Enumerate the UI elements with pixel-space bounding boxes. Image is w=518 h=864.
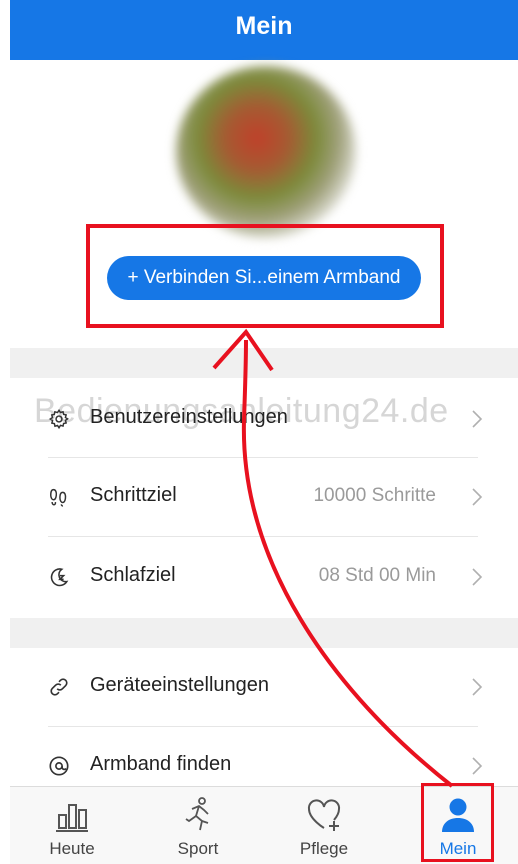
settings-item-geraeteeinstellungen[interactable]: Geräteeinstellungen: [10, 648, 518, 726]
settings-item-value: 08 Std 00 Min: [318, 565, 436, 586]
settings-item-label: Schlafziel: [90, 564, 176, 586]
tab-heute[interactable]: Heute: [22, 787, 122, 864]
app-header: Mein: [10, 0, 518, 60]
settings-item-schlafziel[interactable]: Schlafziel 08 Std 00 Min: [10, 538, 518, 616]
avatar[interactable]: [176, 66, 356, 238]
settings-item-label: Armband finden: [90, 753, 232, 775]
annotation-highlight-box: [86, 224, 444, 328]
settings-item-label: Schrittziel: [90, 484, 177, 506]
footprints-icon: [50, 488, 67, 507]
settings-item-benutzereinstellungen[interactable]: Benutzereinstellungen: [10, 380, 518, 458]
section-separator: [10, 618, 518, 648]
settings-item-schrittziel[interactable]: Schrittziel 10000 Schritte: [10, 458, 518, 536]
list-divider: [48, 536, 478, 537]
link-icon: [50, 678, 68, 696]
settings-item-label: Benutzereinstellungen: [90, 406, 288, 428]
tab-label: Heute: [49, 839, 95, 858]
annotation-highlight-box: [421, 783, 494, 862]
bar-chart-icon: [56, 804, 88, 832]
moon-icon: [50, 568, 69, 587]
tab-label: Sport: [177, 839, 219, 858]
runner-icon: [185, 797, 209, 831]
tab-sport[interactable]: Sport: [148, 787, 248, 864]
settings-item-label: Geräteeinstellungen: [90, 674, 270, 696]
gear-icon: [48, 408, 69, 430]
chevron-right-icon: [472, 410, 483, 428]
tab-pflege[interactable]: Pflege: [274, 787, 374, 864]
section-separator: [10, 348, 518, 378]
at-icon: [49, 756, 69, 776]
chevron-right-icon: [472, 488, 483, 506]
tab-label: Pflege: [299, 839, 349, 858]
heart-plus-icon: [307, 799, 341, 831]
chevron-right-icon: [472, 757, 483, 775]
chevron-right-icon: [472, 568, 483, 586]
settings-item-value: 10000 Schritte: [313, 485, 436, 506]
chevron-right-icon: [472, 678, 483, 696]
page-title: Mein: [235, 12, 293, 40]
